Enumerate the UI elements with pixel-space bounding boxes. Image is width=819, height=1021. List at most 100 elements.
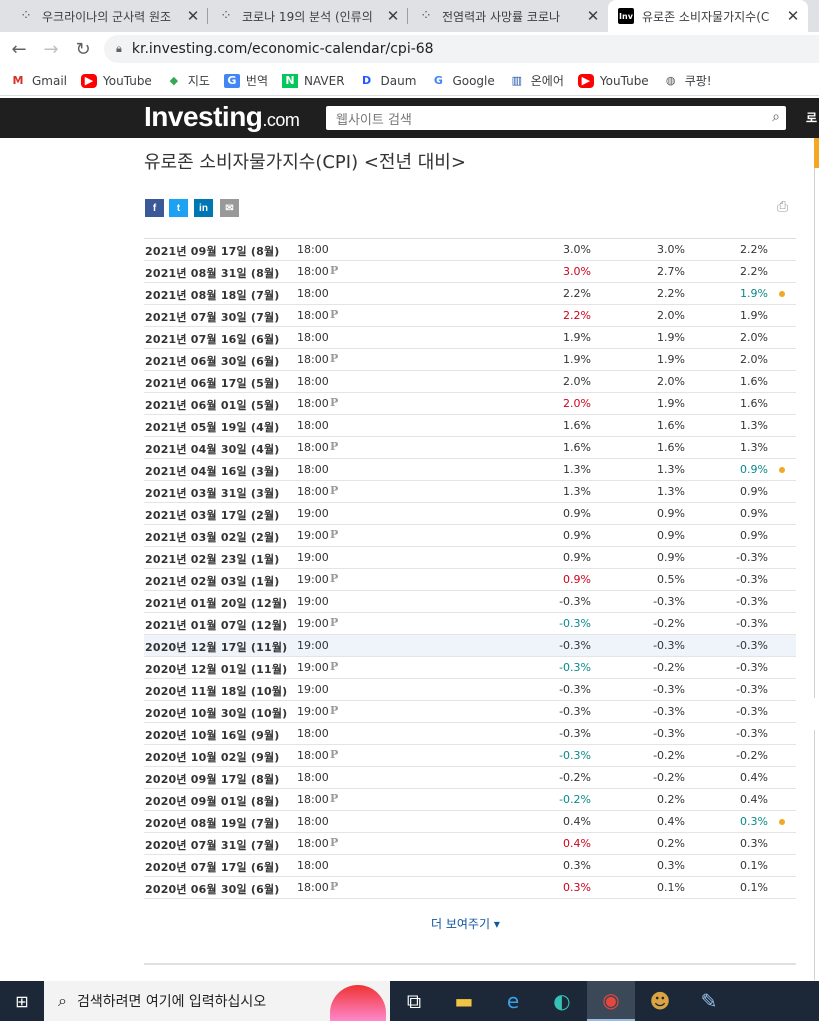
forecast-value: -0.3% [653,727,685,740]
forecast-value: 0.9% [657,551,685,564]
browser-tab[interactable]: ⁘ 우크라이나의 군사력 원조 ✕ [8,0,208,32]
browser-tab[interactable]: ⁘ 코로나 19의 분석 (인류의 ✕ [208,0,408,32]
paint-icon[interactable]: ✎ [685,981,733,1021]
actual-value: 2.2% [563,309,591,322]
release-date: 2021년 03월 02일 (2월) [145,531,280,544]
previous-value: 0.9% [740,485,768,498]
show-more-link[interactable]: 더 보여주기 ▾ [431,915,500,932]
bookmark-naver[interactable]: N NAVER [282,73,345,88]
table-row: 2020년 10월 30일 (10월) 19:00 P -0.3% -0.3% -0.3% [144,701,796,723]
previous-value: -0.3% [736,595,768,608]
youtube-icon: ▶ [81,73,98,88]
bookmark-maps[interactable]: ◆ 지도 [166,72,210,89]
youtube-icon: ▶ [577,73,594,88]
scrollbar[interactable] [814,168,819,698]
previous-value: 0.9% [740,463,768,476]
table-row: 2021년 05월 19일 (4월) 18:00 1.6% 1.6% 1.3% [144,415,796,437]
bookmark-gmail[interactable]: M Gmail [10,74,68,88]
preliminary-icon: P [330,528,339,541]
bookmark-google[interactable]: G Google [430,74,495,88]
close-icon[interactable]: ✕ [384,7,402,25]
release-time: 18:00 [297,793,329,806]
forward-arrow-icon[interactable]: → [39,37,63,61]
windows-start-icon[interactable]: ⊞ [0,981,44,1021]
revision-dot-icon [779,291,785,297]
release-time: 18:00 [297,727,329,740]
table-row: 2021년 06월 30일 (6월) 18:00 P 1.9% 1.9% 2.0% [144,349,796,371]
previous-value: 1.3% [740,441,768,454]
forecast-value: 1.3% [657,463,685,476]
search-placeholder: 웹사이트 검색 [336,112,412,128]
table-row: 2021년 07월 16일 (6월) 18:00 1.9% 1.9% 2.0% [144,327,796,349]
browser-tab[interactable]: ⁘ 전염력과 사망률 코로나 ✕ [408,0,608,32]
actual-value: 2.0% [563,375,591,388]
bookmark-youtube[interactable]: ▶ YouTube [81,73,152,88]
file-explorer-icon[interactable]: ▬ [440,981,488,1021]
url-text: kr.investing.com/economic-calendar/cpi-6… [131,41,434,57]
actual-value: -0.2% [559,771,591,784]
release-time: 18:00 [297,881,329,894]
chrome-icon[interactable]: ◉ [587,981,635,1021]
twitter-share-button[interactable]: t [169,199,188,217]
actual-value: 0.9% [563,551,591,564]
edge-icon[interactable]: ◐ [538,981,586,1021]
close-icon[interactable]: ✕ [184,7,202,25]
preliminary-icon: P [330,704,339,717]
side-tab[interactable] [814,138,819,168]
release-date: 2020년 08월 19일 (7월) [145,817,280,830]
table-row: 2021년 07월 30일 (7월) 18:00 P 2.2% 2.0% 1.9% [144,305,796,327]
printer-icon[interactable]: ⎙ [777,199,793,215]
actual-value: 0.9% [563,529,591,542]
close-icon[interactable]: ✕ [584,7,602,25]
table-row: 2020년 12월 17일 (11월) 19:00 -0.3% -0.3% -0.3% [144,635,796,657]
address-bar[interactable]: 🔒︎ kr.investing.com/economic-calendar/cp… [104,35,819,63]
linkedin-share-button[interactable]: in [194,199,213,217]
scrollbar[interactable] [814,730,819,980]
release-time: 18:00 [297,771,329,784]
bookmark-translate[interactable]: G 번역 [223,72,268,89]
previous-value: 1.9% [740,287,768,300]
previous-value: -0.3% [736,683,768,696]
reload-icon[interactable]: ↻ [71,37,95,61]
task-view-icon[interactable]: ⧉ [390,981,438,1021]
app-icon[interactable]: ☻ [636,981,684,1021]
release-time: 18:00 [297,441,329,454]
logo-main: Investing [144,101,263,132]
bookmark-onair[interactable]: ▥ 온에어 [509,72,564,89]
google-icon: G [433,74,443,87]
table-row: 2021년 08월 18일 (7월) 18:00 2.2% 2.2% 1.9% [144,283,796,305]
previous-value: 0.3% [740,837,768,850]
release-time: 19:00 [297,507,329,520]
site-search-input[interactable]: 웹사이트 검색 ⌕ [326,106,786,130]
release-time: 18:00 [297,287,329,300]
release-time: 18:00 [297,243,329,256]
bookmark-coupang[interactable]: ◍ 쿠팡! [663,72,712,89]
release-time: 19:00 [297,639,329,652]
actual-value: 2.2% [563,287,591,300]
search-icon[interactable]: ⌕ [772,109,780,125]
forecast-value: -0.3% [653,705,685,718]
taskbar-search-placeholder: 검색하려면 여기에 입력하십시오 [76,994,267,1010]
internet-explorer-icon[interactable]: e [489,981,537,1021]
facebook-share-button[interactable]: f [145,199,164,217]
email-share-button[interactable]: ✉ [220,199,239,217]
actual-value: 3.0% [563,265,591,278]
login-link[interactable]: 로 [806,109,817,126]
release-date: 2020년 11월 18일 (10월) [145,685,288,698]
forecast-value: 1.9% [657,353,685,366]
release-date: 2020년 07월 17일 (6월) [145,861,280,874]
release-date: 2020년 10월 16일 (9월) [145,729,280,742]
previous-value: 0.1% [740,859,768,872]
back-arrow-icon[interactable]: ← [7,37,31,61]
bookmark-daum[interactable]: D Daum [359,74,416,88]
release-date: 2021년 06월 30일 (6월) [145,355,280,368]
close-icon[interactable]: ✕ [784,7,802,25]
taskbar-search-input[interactable]: ⌕ 검색하려면 여기에 입력하십시오 [44,981,390,1021]
forecast-value: -0.2% [653,617,685,630]
table-row: 2020년 06월 30일 (6월) 18:00 P 0.3% 0.1% 0.1% [144,877,796,899]
browser-tab-active[interactable]: Inv 유로존 소비자물가지수(C ✕ [608,0,808,32]
bookmark-youtube[interactable]: ▶ YouTube [577,73,649,88]
release-time: 18:00 [297,749,329,762]
release-date: 2021년 02월 23일 (1월) [145,553,280,566]
investing-logo[interactable]: Investing.com [144,101,300,133]
